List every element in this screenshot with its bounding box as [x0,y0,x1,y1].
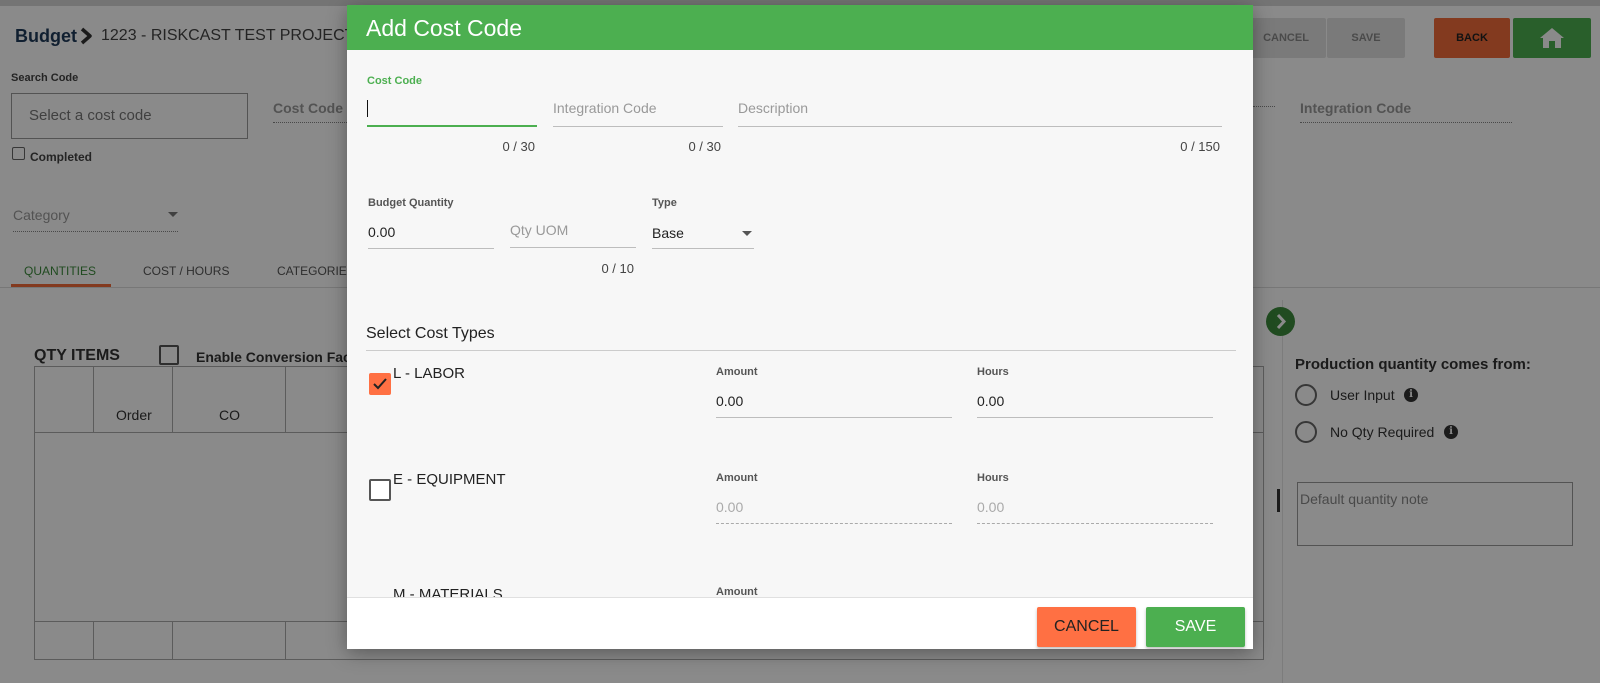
materials-label: M - MATERIALS [393,586,503,597]
checkmark-icon [373,378,387,390]
equipment-amount-input[interactable]: 0.00 [716,499,952,524]
type-select[interactable]: Base [652,225,754,249]
labor-label: L - LABOR [393,365,465,382]
labor-amount-input[interactable]: 0.00 [716,393,952,418]
integration-code-input[interactable]: Integration Code [553,100,723,127]
equipment-label: E - EQUIPMENT [393,471,506,488]
labor-hours-input[interactable]: 0.00 [977,393,1213,418]
type-label: Type [652,197,677,209]
dialog-title: Add Cost Code [366,15,522,41]
dialog-footer: CANCEL SAVE [347,597,1253,649]
cost-code-counter: 0 / 30 [502,139,535,154]
dialog-cancel-button[interactable]: CANCEL [1037,607,1136,647]
budget-quantity-input[interactable]: 0.00 [368,224,494,249]
equipment-hours-input[interactable]: 0.00 [977,499,1213,524]
text-cursor [367,99,368,117]
description-counter: 0 / 150 [1180,139,1220,154]
equipment-checkbox[interactable] [369,479,391,501]
equipment-hours-label: Hours [977,472,1009,484]
dialog-save-button[interactable]: SAVE [1146,607,1245,647]
materials-amount-label: Amount [716,586,758,597]
dropdown-caret-icon [742,231,752,236]
add-cost-code-dialog: Add Cost Code Cost Code 0 / 30 Integrati… [347,5,1253,649]
type-value: Base [652,225,684,241]
budget-quantity-label: Budget Quantity [368,197,454,209]
integration-code-counter: 0 / 30 [688,139,721,154]
cost-code-label: Cost Code [367,75,422,87]
labor-amount-label: Amount [716,366,758,378]
select-cost-types-title: Select Cost Types [366,325,495,342]
labor-hours-label: Hours [977,366,1009,378]
description-input[interactable]: Description [738,100,1222,127]
dialog-header: Add Cost Code [347,5,1253,50]
labor-checkbox[interactable] [369,373,391,395]
qty-uom-counter: 0 / 10 [601,261,634,276]
equipment-amount-label: Amount [716,472,758,484]
dialog-body: Cost Code 0 / 30 Integration Code 0 / 30… [347,50,1253,597]
section-divider [366,350,1236,351]
cost-code-input[interactable] [367,99,537,127]
qty-uom-input[interactable]: Qty UOM [510,222,636,248]
